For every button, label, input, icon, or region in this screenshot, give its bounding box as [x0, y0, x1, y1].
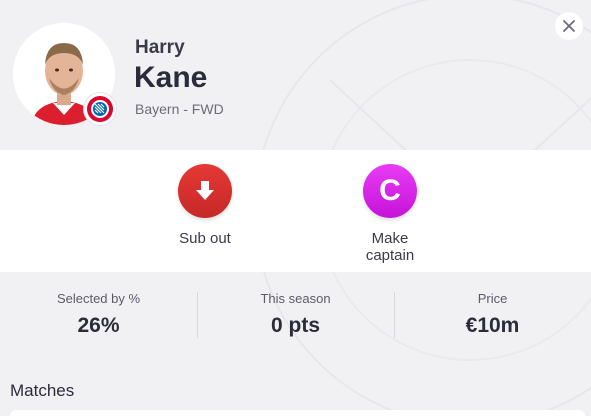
stat-price-label: Price	[477, 291, 508, 306]
captain-icon: C	[379, 174, 401, 207]
player-first-name: Harry	[135, 37, 185, 58]
stat-season-label: This season	[260, 291, 331, 306]
captain-circle[interactable]: C	[363, 164, 417, 218]
stat-selected-label: Selected by %	[56, 291, 141, 306]
matches-panel	[10, 410, 585, 416]
sub-out-label: Sub out	[179, 230, 231, 247]
make-captain-label: Make captain	[365, 230, 415, 264]
stat-season-value: 0 pts	[270, 314, 320, 337]
stat-selected-value: 26%	[77, 314, 120, 337]
stat-selected: Selected by % 26%	[0, 272, 197, 356]
stat-price-value: €10m	[465, 314, 520, 337]
matches-title: Matches	[10, 381, 75, 400]
player-last-name: Kane	[134, 61, 208, 94]
close-icon	[563, 20, 575, 32]
stat-season: This season 0 pts	[197, 272, 394, 356]
player-club-position: Bayern - FWD	[135, 101, 224, 117]
make-captain-button[interactable]: C Make captain	[335, 164, 445, 264]
player-stats: Selected by % 26% This season 0 pts Pric…	[0, 272, 591, 356]
sub-out-circle[interactable]	[178, 164, 232, 218]
stat-price: Price €10m	[394, 272, 591, 356]
sub-out-button[interactable]: Sub out	[150, 164, 260, 247]
bayern-badge-icon	[84, 93, 116, 125]
close-button[interactable]	[555, 12, 583, 40]
arrow-down-icon	[196, 181, 214, 200]
player-actions: Sub out C Make captain	[0, 150, 591, 272]
player-header: Harry Kane Bayern - FWD	[0, 0, 591, 150]
